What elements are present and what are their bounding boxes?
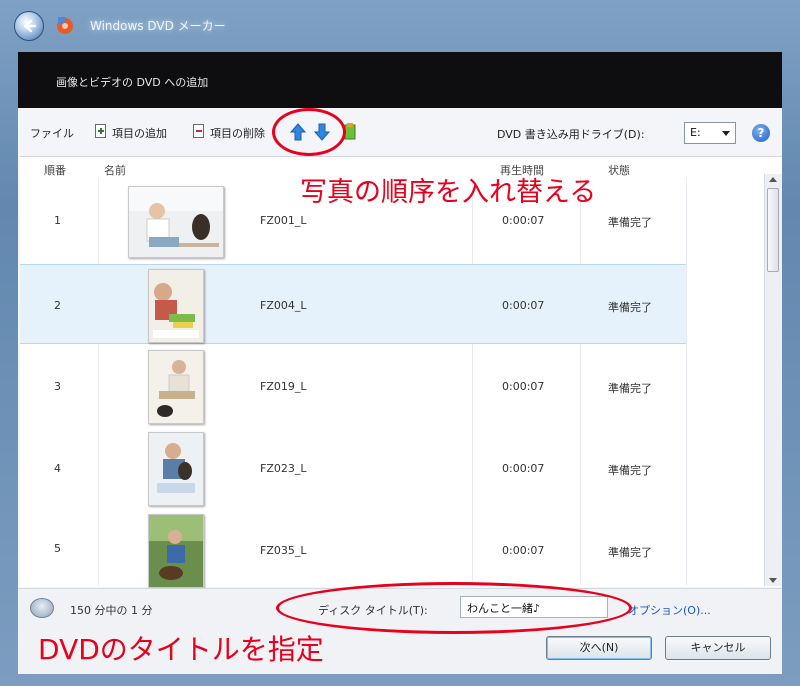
row-status: 準備完了 — [608, 301, 652, 314]
table-row[interactable]: 3 FZ019_L 0:00:07 準備完了 — [20, 346, 686, 426]
drive-label: DVD 書き込み用ドライブ(D): — [497, 128, 645, 141]
title-annotation: DVDのタイトルを指定 — [38, 633, 324, 666]
row-duration: 0:00:07 — [502, 299, 545, 312]
row-name: FZ001_L — [260, 214, 307, 227]
title-highlight-oval — [276, 582, 632, 634]
row-order: 1 — [54, 214, 61, 227]
back-arrow-icon — [23, 19, 37, 33]
table-row[interactable]: 4 FZ023_L 0:00:07 準備完了 — [20, 428, 686, 508]
column-divider — [686, 177, 687, 585]
row-status: 準備完了 — [608, 382, 652, 395]
column-header-order[interactable]: 順番 — [44, 162, 66, 178]
drive-select-value: E: — [690, 126, 701, 139]
row-duration: 0:00:07 — [502, 214, 545, 227]
photo-thumbnail — [128, 186, 224, 258]
remove-item-button[interactable]: 項目の削除 — [210, 125, 265, 141]
row-name: FZ023_L — [260, 462, 307, 475]
cancel-button[interactable]: キャンセル — [665, 636, 771, 660]
row-duration: 0:00:07 — [502, 462, 545, 475]
add-item-button[interactable]: 項目の追加 — [112, 125, 167, 141]
reorder-highlight-oval — [272, 108, 346, 156]
photo-thumbnail — [148, 269, 204, 343]
column-header-name[interactable]: 名前 — [104, 162, 126, 178]
scroll-thumb[interactable] — [767, 188, 779, 272]
back-button[interactable] — [14, 11, 44, 41]
row-status: 準備完了 — [608, 546, 652, 559]
column-header-status[interactable]: 状態 — [608, 162, 630, 178]
photo-thumbnail — [148, 432, 204, 506]
table-row-selected[interactable]: 2 FZ004_L 0:00:07 準備完了 — [20, 264, 686, 344]
row-status: 準備完了 — [608, 464, 652, 477]
next-button[interactable]: 次へ(N) — [546, 636, 652, 660]
vertical-scrollbar[interactable] — [764, 174, 782, 586]
reorder-annotation: 写真の順序を入れ替える — [300, 177, 597, 208]
window-title: Windows DVD メーカー — [90, 19, 226, 33]
chevron-down-icon — [722, 131, 730, 136]
scroll-down-icon[interactable] — [769, 578, 777, 583]
help-icon[interactable]: ? — [752, 124, 770, 142]
scroll-up-icon[interactable] — [769, 177, 777, 182]
capacity-info: 150 分中の 1 分 — [70, 604, 153, 617]
file-menu[interactable]: ファイル — [30, 125, 74, 141]
page-header: 画像とビデオの DVD への追加 — [56, 76, 209, 89]
add-item-icon[interactable] — [95, 124, 107, 138]
options-link[interactable]: オプション(O)... — [628, 602, 711, 618]
dvd-maker-app-icon — [57, 17, 73, 34]
photo-thumbnail — [148, 350, 204, 424]
row-duration: 0:00:07 — [502, 380, 545, 393]
photo-thumbnail — [148, 514, 204, 588]
row-duration: 0:00:07 — [502, 544, 545, 557]
remove-item-icon[interactable] — [193, 124, 205, 138]
row-order: 3 — [54, 380, 61, 393]
row-name: FZ019_L — [260, 380, 307, 393]
disc-icon — [30, 598, 54, 618]
drive-select[interactable]: E: — [684, 122, 736, 144]
row-order: 2 — [54, 299, 61, 312]
row-status: 準備完了 — [608, 216, 652, 229]
row-order: 4 — [54, 462, 61, 475]
row-order: 5 — [54, 542, 61, 555]
row-name: FZ035_L — [260, 544, 307, 557]
row-name: FZ004_L — [260, 299, 307, 312]
table-row[interactable]: 5 FZ035_L 0:00:07 準備完了 — [20, 508, 686, 588]
